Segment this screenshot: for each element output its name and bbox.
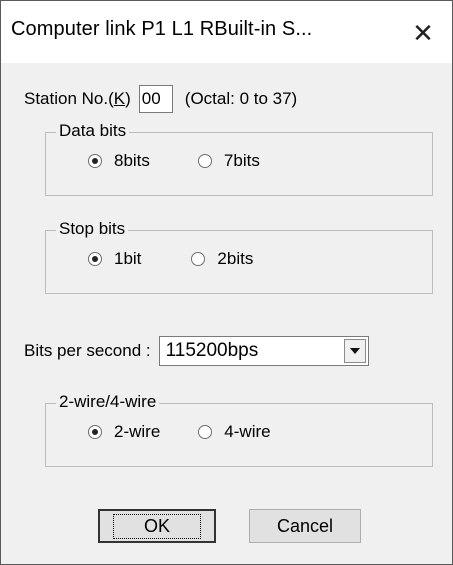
bps-dropdown[interactable]: 115200bps: [158, 336, 369, 366]
window-title: Computer link P1 L1 RBuilt-in S...: [11, 18, 313, 40]
radio-2wire[interactable]: 2-wire: [88, 422, 160, 442]
station-range-hint: (Octal: 0 to 37): [184, 89, 298, 108]
radio-8bits[interactable]: 8bits: [88, 151, 150, 171]
radio-1bit[interactable]: 1bit: [88, 249, 141, 269]
radio-label-7bits: 7bits: [223, 151, 260, 170]
radio-label-2wire: 2-wire: [114, 422, 161, 441]
stop-bits-title: Stop bits: [56, 219, 129, 239]
radio-label-8bits: 8bits: [114, 151, 150, 170]
radio-unchecked-icon[interactable]: [198, 425, 213, 439]
radio-checked-icon[interactable]: [88, 425, 102, 439]
wire-group: 2-wire/4-wire 2-wire 4-wire: [45, 392, 433, 467]
dialog-window: Computer link P1 L1 RBuilt-in S... ✕ Sta…: [0, 0, 453, 565]
dialog-content: Station No.(K) (Octal: 0 to 37) Data bit…: [1, 63, 452, 564]
chevron-down-icon: [349, 348, 360, 354]
data-bits-group: Data bits 8bits 7bits: [45, 121, 433, 196]
radio-checked-icon[interactable]: [88, 252, 102, 266]
bps-selected-value: 115200bps: [165, 340, 259, 361]
station-label: Station No.(K): [24, 89, 131, 108]
station-number-input[interactable]: [138, 85, 173, 113]
dropdown-arrow-button[interactable]: [343, 339, 366, 363]
ok-label: OK: [112, 513, 201, 539]
radio-2bits[interactable]: 2bits: [191, 249, 253, 269]
cancel-button[interactable]: Cancel: [249, 509, 361, 543]
radio-label-4wire: 4-wire: [224, 422, 271, 441]
radio-label-1bit: 1bit: [114, 249, 142, 268]
radio-unchecked-icon[interactable]: [191, 252, 206, 266]
data-bits-title: Data bits: [56, 121, 130, 141]
radio-label-2bits: 2bits: [217, 249, 254, 268]
radio-unchecked-icon[interactable]: [197, 154, 212, 168]
title-bar: Computer link P1 L1 RBuilt-in S... ✕: [1, 1, 452, 63]
radio-4wire[interactable]: 4-wire: [198, 422, 271, 442]
wire-title: 2-wire/4-wire: [56, 392, 160, 412]
cancel-label: Cancel: [276, 515, 334, 536]
close-icon[interactable]: ✕: [401, 13, 445, 53]
radio-7bits[interactable]: 7bits: [197, 151, 260, 171]
bps-label: Bits per second :: [24, 341, 151, 360]
bps-row: Bits per second : 115200bps: [24, 336, 369, 366]
ok-button[interactable]: OK: [98, 509, 216, 543]
stop-bits-group: Stop bits 1bit 2bits: [45, 219, 433, 294]
station-accelerator: K: [113, 89, 126, 108]
station-row: Station No.(K) (Octal: 0 to 37): [24, 85, 297, 113]
radio-checked-icon[interactable]: [88, 154, 102, 168]
